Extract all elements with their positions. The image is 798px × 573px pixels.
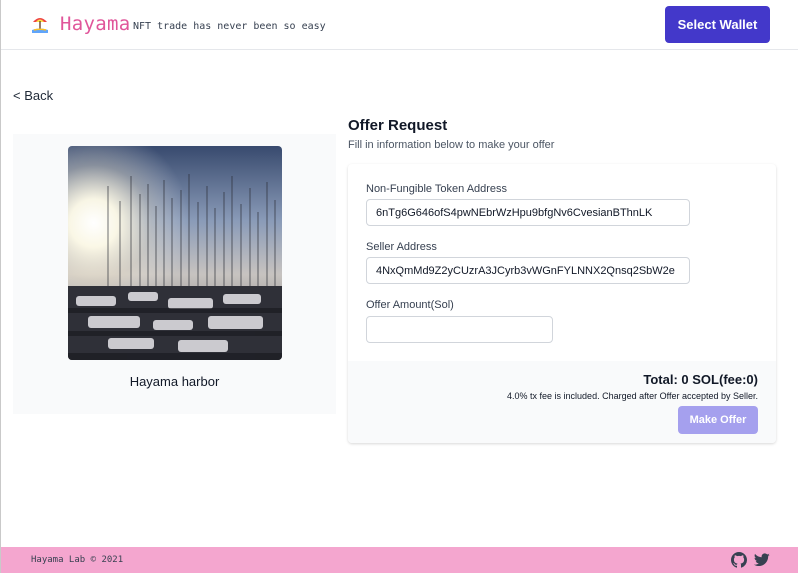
back-link[interactable]: < Back <box>13 88 53 103</box>
nft-image <box>68 146 282 360</box>
tagline: NFT trade has never been so easy <box>133 21 326 32</box>
offer-amount-input[interactable] <box>366 316 553 343</box>
offer-title: Offer Request <box>348 117 448 134</box>
select-wallet-button[interactable]: Select Wallet <box>665 6 770 43</box>
offer-summary: Total: 0 SOL(fee:0) 4.0% tx fee is inclu… <box>348 361 776 443</box>
make-offer-button[interactable]: Make Offer <box>678 406 758 434</box>
header: Hayama NFT trade has never been so easy … <box>1 0 798 50</box>
brand-name[interactable]: Hayama <box>60 13 130 35</box>
token-address-input[interactable] <box>366 199 690 226</box>
nft-name: Hayama harbor <box>129 374 220 389</box>
beach-umbrella-icon <box>32 18 48 33</box>
offer-form-card: Non-Fungible Token Address Seller Addres… <box>348 164 776 443</box>
seller-address-label: Seller Address <box>366 241 437 253</box>
total-amount: Total: 0 SOL(fee:0) <box>643 372 758 387</box>
seller-address-input[interactable] <box>366 257 690 284</box>
footer: Hayama Lab © 2021 <box>1 547 798 573</box>
token-address-label: Non-Fungible Token Address <box>366 183 508 195</box>
fee-note: 4.0% tx fee is included. Charged after O… <box>507 391 758 401</box>
github-icon[interactable] <box>731 552 747 568</box>
nft-preview-card: Hayama harbor <box>13 134 336 414</box>
twitter-icon[interactable] <box>754 553 770 567</box>
footer-copyright: Hayama Lab © 2021 <box>31 555 124 565</box>
offer-subtitle: Fill in information below to make your o… <box>348 139 555 151</box>
offer-amount-label: Offer Amount(Sol) <box>366 299 454 311</box>
